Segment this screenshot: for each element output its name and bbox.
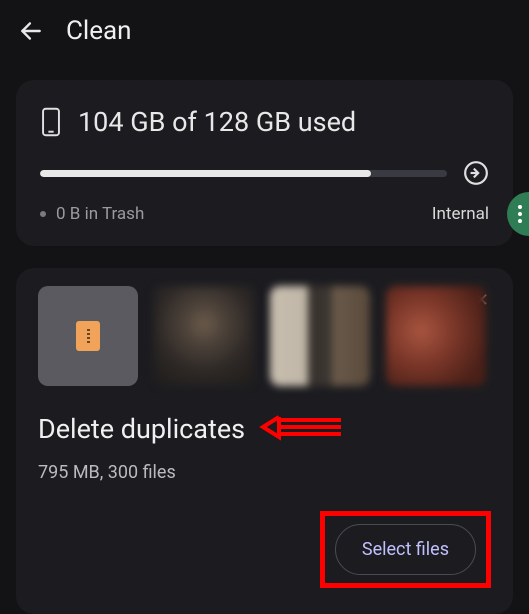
- annotation-box: Select files: [320, 511, 491, 588]
- file-thumbnail[interactable]: [154, 286, 254, 386]
- storage-progress-bar: [40, 170, 447, 177]
- trash-text: 0 B in Trash: [56, 204, 144, 224]
- thumbnail-row: [38, 286, 491, 386]
- phone-icon: [40, 107, 62, 137]
- duplicates-subtitle: 795 MB, 300 files: [38, 462, 491, 483]
- storage-type-label: Internal: [432, 204, 489, 224]
- storage-usage-text: 104 GB of 128 GB used: [78, 106, 356, 138]
- duplicates-title-row: Delete duplicates: [38, 410, 491, 448]
- archive-icon: [76, 321, 100, 351]
- dot-icon: [40, 211, 46, 217]
- select-files-button[interactable]: Select files: [335, 524, 476, 575]
- storage-bottom-row: 0 B in Trash Internal: [40, 204, 489, 224]
- back-icon[interactable]: [18, 18, 44, 44]
- storage-progress-row: [40, 160, 489, 186]
- duplicates-title: Delete duplicates: [38, 413, 245, 445]
- file-thumbnail[interactable]: [38, 286, 138, 386]
- storage-progress-fill: [40, 170, 371, 177]
- app-header: Clean: [0, 0, 529, 62]
- file-thumbnail[interactable]: [270, 286, 370, 386]
- duplicates-card: ✕ Delete duplicates 795 MB, 300 files Se…: [16, 268, 513, 614]
- page-title: Clean: [66, 16, 132, 46]
- storage-card: 104 GB of 128 GB used 0 B in Trash Inter…: [16, 80, 513, 246]
- file-thumbnail[interactable]: [386, 286, 486, 386]
- trash-info: 0 B in Trash: [40, 204, 144, 224]
- arrow-right-circle-icon[interactable]: [463, 160, 489, 186]
- annotation-arrow-icon: [259, 410, 345, 448]
- duplicates-action-row: Select files: [38, 511, 491, 588]
- storage-usage-row: 104 GB of 128 GB used: [40, 106, 489, 138]
